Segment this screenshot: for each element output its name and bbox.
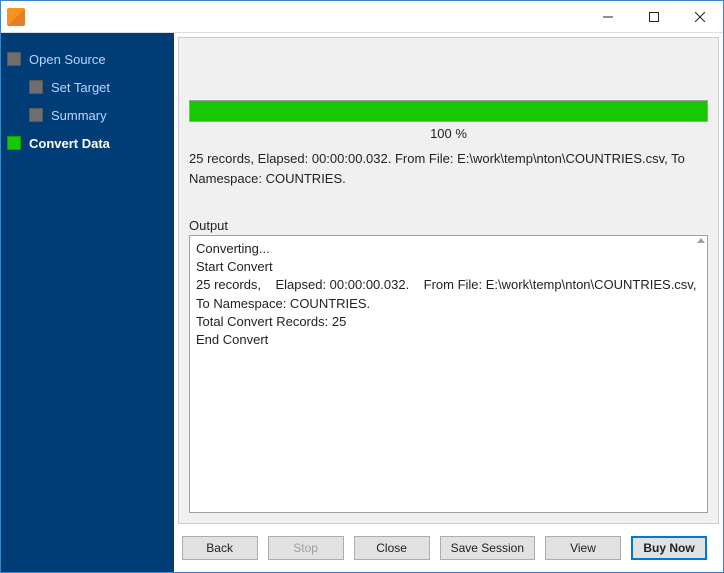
sidebar-item-open-source[interactable]: Open Source [1, 45, 174, 73]
sidebar-item-convert-data[interactable]: Convert Data [1, 129, 174, 157]
step-box-icon [29, 108, 43, 122]
minimize-button[interactable] [585, 1, 631, 32]
step-box-icon [7, 52, 21, 66]
view-button[interactable]: View [545, 536, 621, 560]
window-controls [585, 1, 723, 32]
progress-percent-text: 100 % [189, 126, 708, 141]
save-session-button[interactable]: Save Session [440, 536, 535, 560]
step-box-icon [7, 136, 21, 150]
body: Open Source Set Target Summary Convert D… [1, 33, 723, 572]
progress-summary-text: 25 records, Elapsed: 00:00:00.032. From … [189, 149, 708, 188]
buy-now-button[interactable]: Buy Now [631, 536, 707, 560]
main-panel: 100 % 25 records, Elapsed: 00:00:00.032.… [174, 33, 723, 572]
button-row: Back Stop Close Save Session View Buy No… [174, 524, 723, 572]
progress-bar [189, 100, 708, 122]
sidebar-item-label: Summary [51, 108, 107, 123]
sidebar-item-summary[interactable]: Summary [23, 101, 174, 129]
titlebar [1, 1, 723, 33]
close-button[interactable] [677, 1, 723, 32]
sidebar-item-label: Convert Data [29, 136, 110, 151]
app-icon [7, 8, 25, 26]
step-box-icon [29, 80, 43, 94]
sidebar-item-label: Set Target [51, 80, 110, 95]
maximize-button[interactable] [631, 1, 677, 32]
close-page-button[interactable]: Close [354, 536, 430, 560]
content-area: 100 % 25 records, Elapsed: 00:00:00.032.… [178, 37, 719, 524]
sidebar: Open Source Set Target Summary Convert D… [1, 33, 174, 572]
output-box: Converting... Start Convert 25 records, … [189, 235, 708, 513]
stop-button: Stop [268, 536, 344, 560]
output-text[interactable]: Converting... Start Convert 25 records, … [190, 236, 707, 512]
scroll-up-icon[interactable] [697, 238, 705, 243]
back-button[interactable]: Back [182, 536, 258, 560]
output-label: Output [189, 218, 708, 233]
progress-bar-fill [190, 101, 707, 121]
app-window: Open Source Set Target Summary Convert D… [0, 0, 724, 573]
sidebar-item-set-target[interactable]: Set Target [23, 73, 174, 101]
sidebar-item-label: Open Source [29, 52, 106, 67]
progress-area: 100 % [189, 100, 708, 141]
